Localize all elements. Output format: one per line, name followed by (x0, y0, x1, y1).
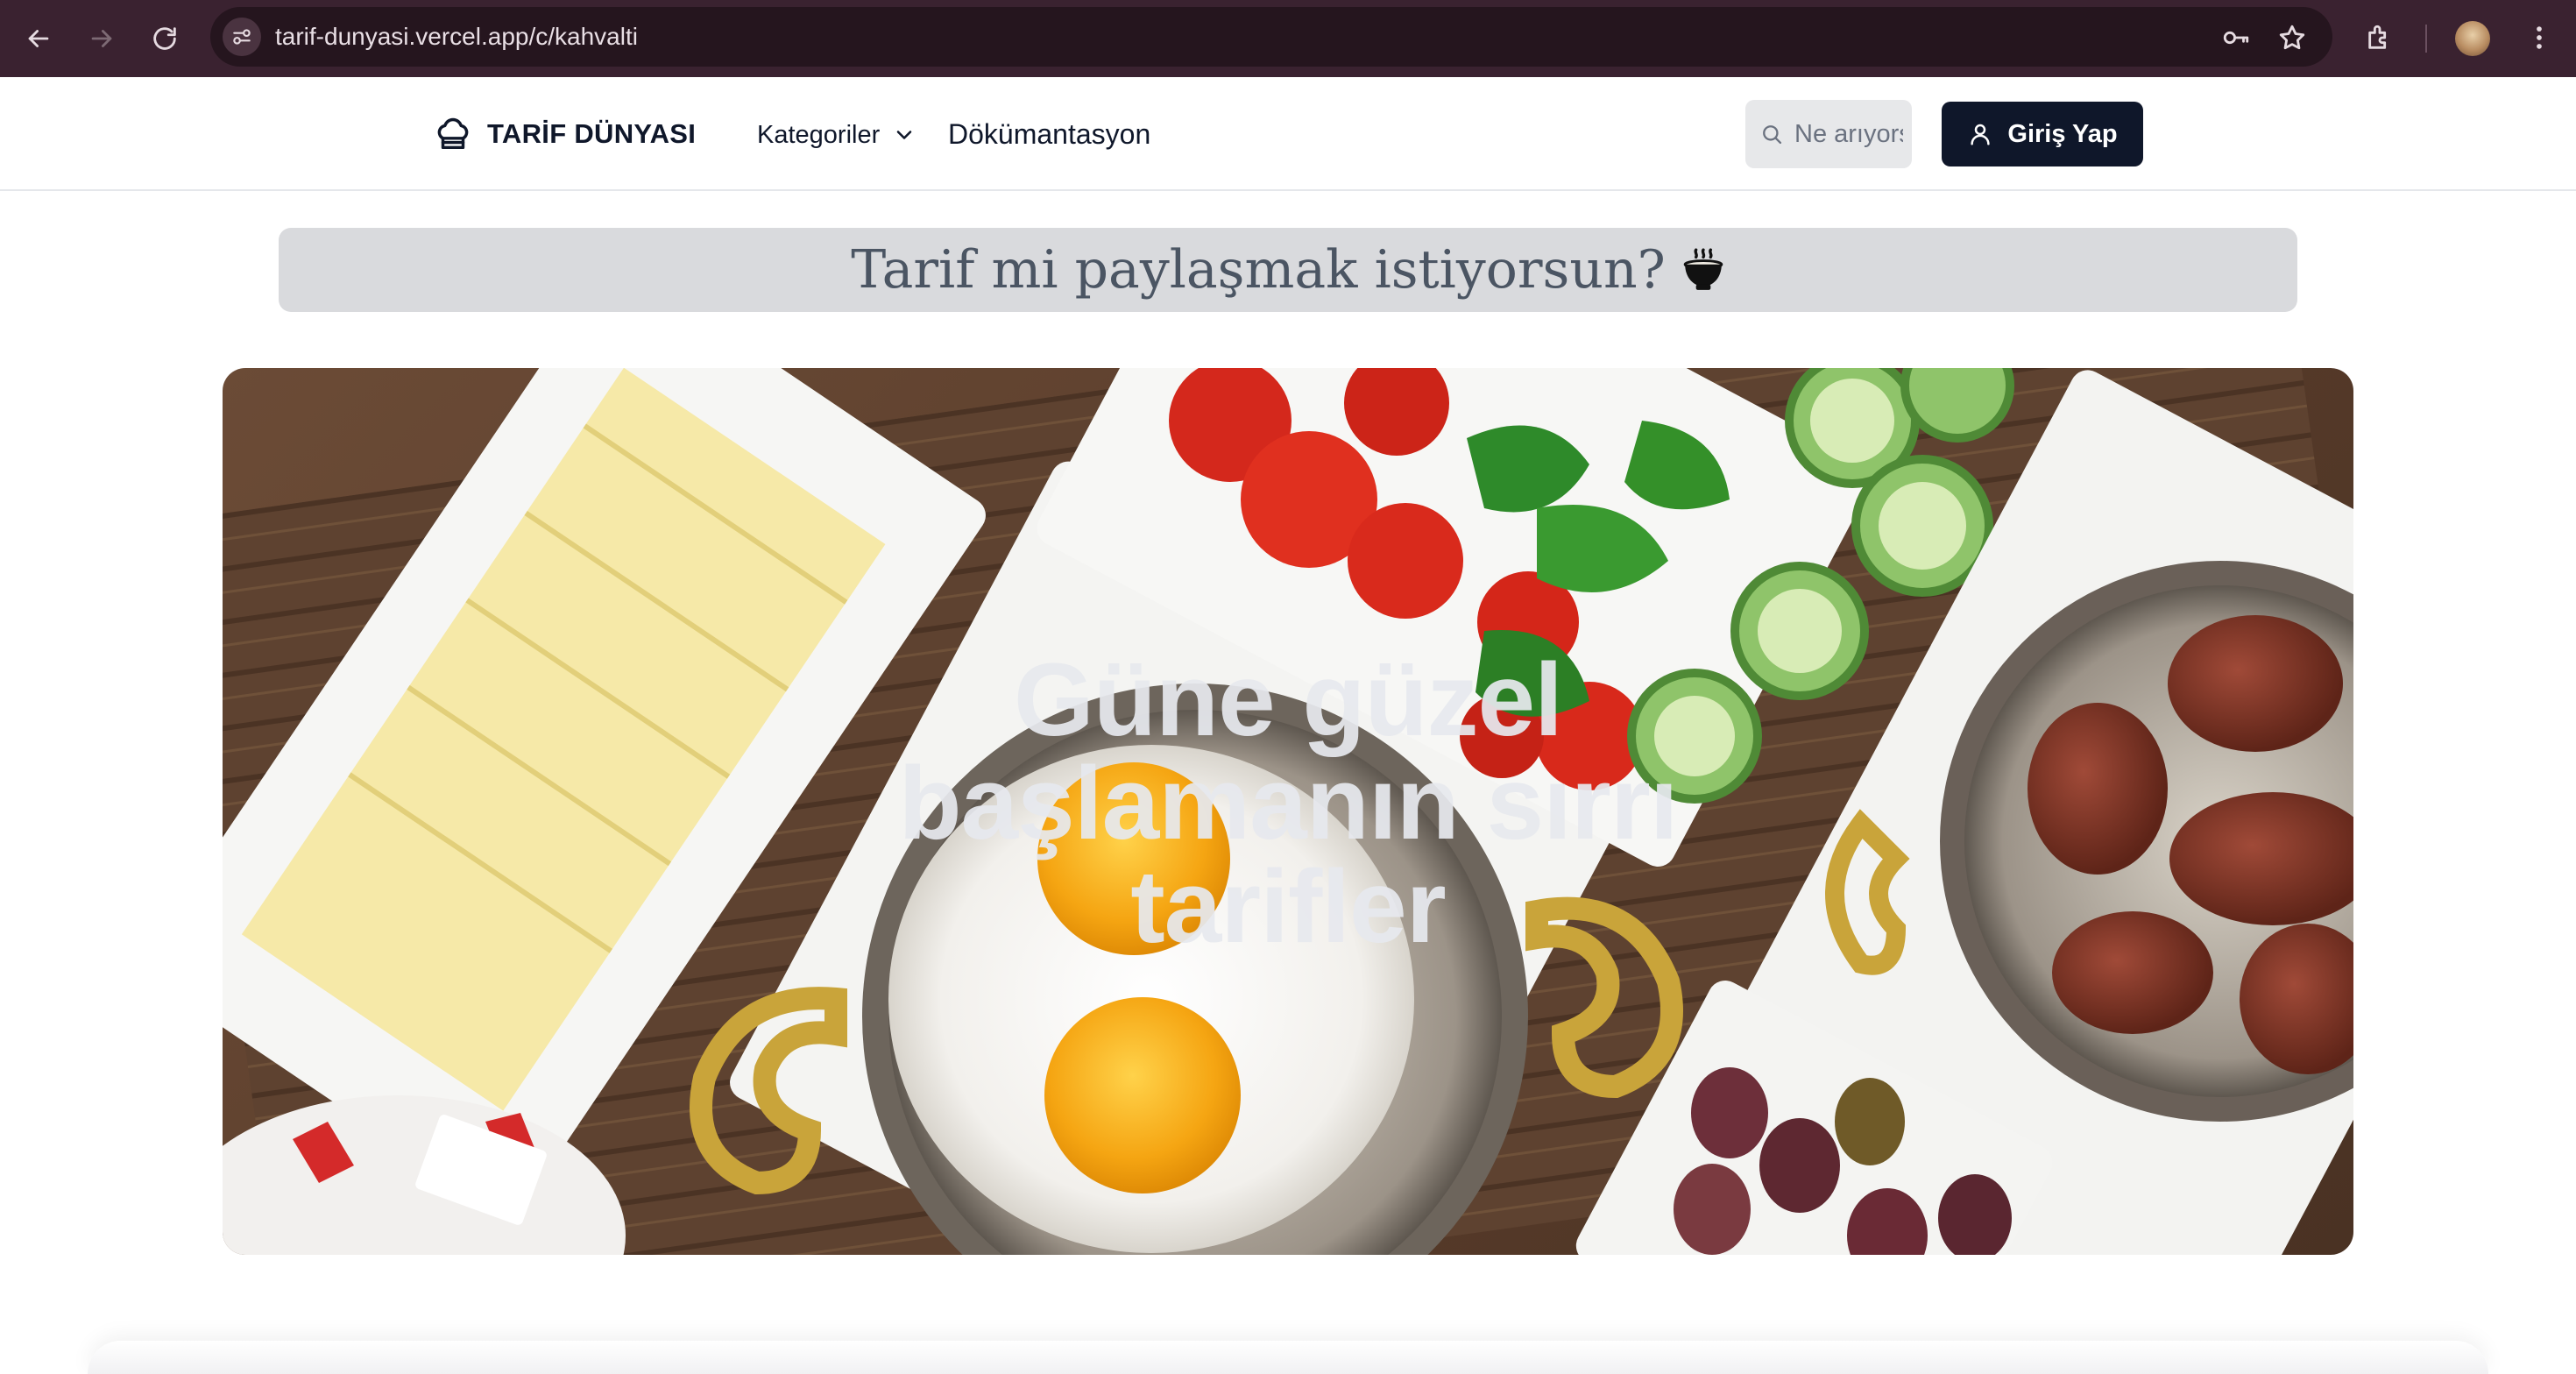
browser-toolbar: tarif-dunyasi.vercel.app/c/kahvalti (0, 0, 2576, 77)
forward-arrow-icon[interactable] (81, 18, 123, 60)
search-icon (1763, 125, 1782, 145)
key-icon[interactable] (2220, 22, 2252, 53)
site-header: TARİF DÜNYASI Kategoriler Dökümantasyon … (0, 77, 2576, 191)
login-button-label: Giriş Yap (2007, 119, 2118, 148)
share-recipe-text: Tarif mi paylaşmak istiyorsun? (851, 239, 1666, 301)
hero-title: Güne güzel başlamanın sırrı tarifler (898, 642, 1678, 965)
user-icon (1971, 124, 1991, 145)
site-settings-icon[interactable] (223, 18, 261, 56)
login-button[interactable]: Giriş Yap (1942, 102, 2143, 166)
search-input[interactable] (1794, 116, 1903, 152)
toolbar-divider (2425, 25, 2427, 53)
star-icon[interactable] (2276, 22, 2308, 53)
chevron-down-icon (896, 131, 912, 139)
site-logo[interactable]: TARİF DÜNYASI (433, 112, 696, 156)
nav-categories-dropdown[interactable]: Kategoriler (757, 116, 916, 154)
profile-avatar[interactable] (2455, 21, 2490, 56)
steaming-bowl-icon (1683, 248, 1723, 290)
search-box[interactable] (1745, 100, 1912, 168)
kebab-menu-icon[interactable] (2523, 22, 2555, 53)
reload-icon[interactable] (144, 18, 186, 60)
back-arrow-icon[interactable] (18, 18, 60, 60)
logo-text: TARİF DÜNYASI (487, 118, 697, 149)
hero-banner: Güne güzel başlamanın sırrı tarifler (223, 368, 2353, 1255)
address-bar[interactable]: tarif-dunyasi.vercel.app/c/kahvalti (210, 7, 2332, 67)
url-text[interactable]: tarif-dunyasi.vercel.app/c/kahvalti (275, 23, 638, 51)
nav-docs-link[interactable]: Dökümantasyon (948, 114, 1150, 154)
next-section-edge (88, 1341, 2488, 1374)
share-recipe-banner[interactable]: Tarif mi paylaşmak istiyorsun? (279, 228, 2297, 312)
extensions-icon[interactable] (2364, 22, 2396, 53)
chef-hat-icon (437, 117, 469, 150)
nav-categories-label: Kategoriler (757, 120, 881, 149)
